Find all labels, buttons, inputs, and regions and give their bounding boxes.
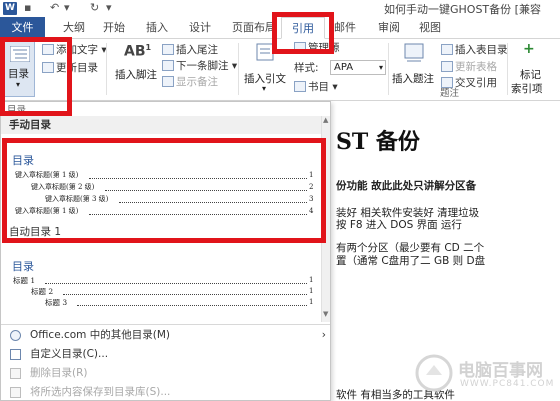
scroll-up-icon[interactable]: ▲ (323, 116, 328, 124)
document-heading: ST 备份 (336, 129, 420, 155)
save-to-gallery-menu-item[interactable]: 将所选内容保存到目录库(S)... (1, 383, 330, 400)
ribbon-separator (507, 43, 508, 95)
bibliography-label: 书目 (308, 81, 329, 93)
toc-entry: 标题 2 (31, 287, 54, 296)
mark-entry-button[interactable]: + 标记 索引项 (511, 41, 551, 97)
remove-toc-label: 删除目录(R) (30, 367, 88, 379)
document-line: 有两个分区（最少要有 CD 二个 (336, 242, 485, 254)
insert-table-of-figures-button[interactable]: 插入表目录 (441, 43, 508, 57)
insert-endnote-label: 插入尾注 (176, 44, 218, 56)
toc-leader (77, 305, 307, 306)
scroll-down-icon[interactable]: ▼ (323, 310, 328, 318)
site-watermark: 电脑百事网 WWW.PC841.COM (410, 350, 560, 401)
show-notes-label: 显示备注 (176, 76, 218, 88)
save-to-gallery-label: 将所选内容保存到目录库(S)... (30, 386, 171, 398)
document-line: 置（通常 C盘用了二 GB 则 D盘 (336, 255, 486, 267)
save-selection-icon (10, 387, 21, 398)
toc-leader (63, 294, 307, 295)
watermark-text: 电脑百事网 (458, 361, 543, 381)
chevron-right-icon: › (321, 329, 326, 341)
auto-toc-2-title: 目录 (12, 260, 34, 273)
document-line: 份功能 故此此处只讲解分区备 (336, 180, 477, 192)
custom-toc-label: 自定义目录(C)... (30, 348, 109, 360)
tab-home[interactable]: 开始 (103, 17, 125, 39)
toc-page-number: 1 (309, 276, 314, 284)
delete-toc-icon (10, 368, 21, 379)
bibliography-icon (294, 81, 306, 92)
document-line: 按 F8 进入 DOS 界面 运行 (336, 219, 462, 231)
chevron-down-icon: ▾ (378, 63, 383, 72)
tab-outline[interactable]: 大纲 (63, 17, 85, 39)
highlight-references-tab (272, 12, 334, 54)
update-table-label: 更新表格 (455, 61, 497, 73)
watermark-logo-icon (415, 354, 453, 392)
endnote-icon (162, 44, 174, 55)
redo-icon[interactable]: ↻ (90, 1, 99, 15)
bibliography-button[interactable]: 书目 ▾ (294, 80, 338, 94)
next-footnote-icon (162, 60, 174, 71)
show-notes-button[interactable]: 显示备注 (162, 75, 218, 89)
insert-caption-button[interactable]: 插入题注 (392, 43, 438, 93)
tab-review[interactable]: 审阅 (378, 17, 400, 39)
ribbon-separator (106, 43, 107, 95)
toc-page-number: 1 (309, 287, 314, 295)
tab-file[interactable]: 文件 (0, 17, 45, 39)
toc-page-number: 1 (309, 298, 314, 306)
more-toc-office-menu-item[interactable]: Office.com 中的其他目录(M) › (1, 326, 330, 345)
tab-insert[interactable]: 插入 (146, 17, 168, 39)
globe-icon (10, 330, 21, 341)
undo-icon[interactable]: ↶ (50, 1, 59, 15)
mark-entry-icon: + (523, 41, 535, 57)
remove-toc-menu-item[interactable]: 删除目录(R) (1, 364, 330, 383)
document-icon (10, 349, 21, 360)
footnote-icon: AB1 (124, 43, 152, 60)
highlight-auto-toc (2, 138, 326, 243)
table-of-figures-icon (441, 44, 453, 55)
manual-toc-heading: 手动目录 (1, 116, 330, 134)
chevron-down-icon: ▾ (262, 84, 267, 93)
qat-customize-icon[interactable]: ▾ (106, 1, 112, 15)
ribbon-separator (388, 43, 389, 95)
ribbon-separator (238, 43, 239, 95)
undo-dropdown-icon[interactable]: ▾ (64, 1, 70, 15)
citation-style-value: APA (334, 62, 354, 73)
word-app-icon: W (3, 2, 17, 15)
toc-entry: 标题 3 (45, 298, 68, 307)
document-title: 如何手动一键GHOST备份 [兼容 (384, 3, 541, 16)
auto-toc-2-item[interactable]: 目录 标题 1 1 标题 2 1 标题 3 1 (1, 246, 323, 312)
next-footnote-label: 下一条脚注 (176, 60, 229, 72)
next-footnote-button[interactable]: 下一条脚注 ▾ (162, 59, 237, 73)
caption-icon (404, 43, 424, 62)
toc-entry: 标题 1 (13, 276, 36, 285)
tab-design[interactable]: 设计 (189, 17, 211, 39)
insert-caption-label: 插入题注 (392, 73, 434, 85)
captions-group-label: 题注 (440, 88, 460, 99)
toc-leader (45, 283, 307, 284)
menu-divider (1, 324, 330, 325)
update-table-button[interactable]: 更新表格 (441, 60, 497, 74)
watermark-url: WWW.PC841.COM (460, 379, 555, 389)
save-icon[interactable]: ▪ (24, 1, 31, 15)
insert-footnote-button[interactable]: AB1 插入脚注 (112, 43, 162, 87)
tab-mailings[interactable]: 邮件 (334, 17, 356, 39)
more-toc-office-label: Office.com 中的其他目录(M) (30, 329, 171, 341)
insert-endnote-button[interactable]: 插入尾注 (162, 43, 218, 57)
insert-table-of-figures-label: 插入表目录 (455, 44, 508, 56)
tab-layout[interactable]: 页面布局 (232, 17, 276, 39)
tab-view[interactable]: 视图 (419, 17, 441, 39)
update-table-icon (441, 61, 453, 72)
style-label: 样式: (294, 62, 319, 74)
insert-footnote-label: 插入脚注 (115, 69, 157, 81)
cross-reference-label: 交叉引用 (455, 77, 497, 89)
citation-style-select[interactable]: APA ▾ (330, 60, 386, 75)
index-entry-label: 索引项 (511, 83, 543, 95)
show-notes-icon (162, 76, 174, 87)
custom-toc-menu-item[interactable]: 自定义目录(C)... (1, 345, 330, 364)
highlight-toc-button (0, 37, 72, 116)
mark-entry-label: 标记 (520, 69, 541, 81)
